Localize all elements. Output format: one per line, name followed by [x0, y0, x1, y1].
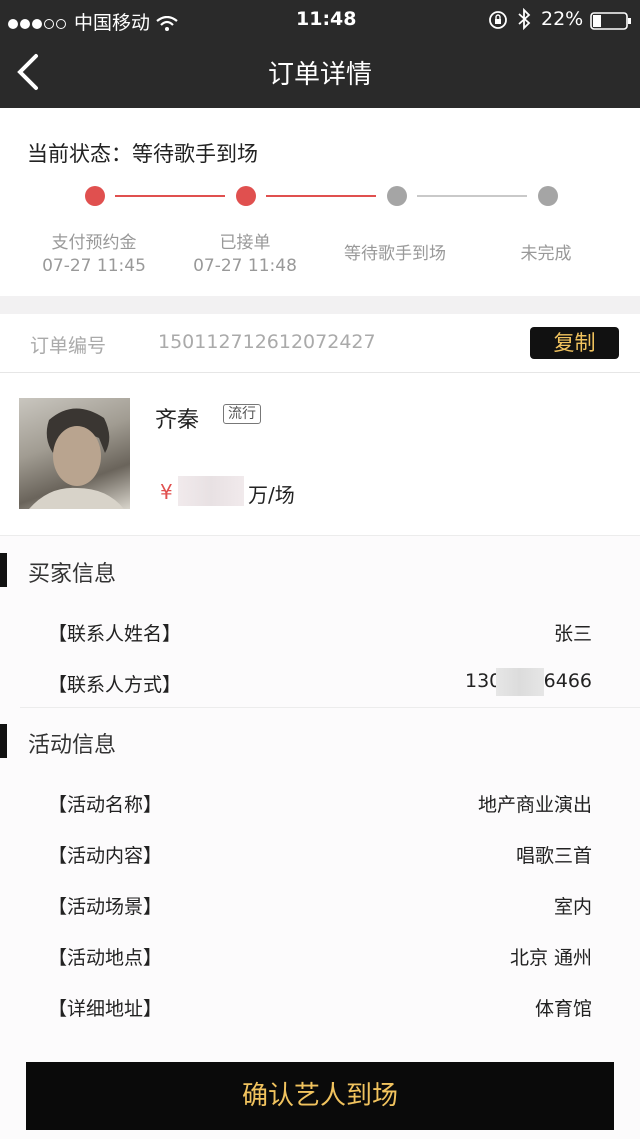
event-section-title: 活动信息 — [28, 733, 117, 758]
contact-phone-label: 【联系人方式】 — [48, 674, 182, 696]
step-label-2: 已接单 07-27 11:48 — [170, 232, 320, 278]
divider — [20, 707, 640, 708]
event-location-value: 北京 通州 — [509, 947, 592, 969]
genre-tag: 流行 — [223, 404, 261, 424]
event-content-value: 唱歌三首 — [515, 845, 592, 867]
step-name: 未完成 — [520, 244, 572, 264]
contact-phone-suffix: 6466 — [543, 670, 592, 692]
artist-photo — [19, 398, 130, 509]
carrier-text: 中国移动 — [74, 12, 151, 34]
event-name-value: 地产商业演出 — [477, 794, 592, 816]
clock: 11:48 — [296, 8, 357, 30]
wifi-icon — [156, 12, 178, 34]
page-title: 订单详情 — [267, 60, 372, 90]
artist-name: 齐秦 — [155, 408, 200, 433]
event-scene-label: 【活动场景】 — [48, 896, 163, 918]
signal-dots-icon — [8, 12, 68, 34]
step-dot-1 — [85, 186, 105, 206]
copy-button[interactable]: 复制 — [530, 327, 619, 359]
step-label-3: 等待歌手到场 — [320, 243, 470, 266]
event-name-label: 【活动名称】 — [48, 794, 163, 816]
step-name: 等待歌手到场 — [344, 244, 446, 264]
step-name: 已接单 — [219, 233, 271, 253]
carrier-label: 中国移动 — [8, 8, 178, 35]
phone-redacted — [496, 668, 544, 696]
step-dot-3 — [387, 186, 407, 206]
event-content-label: 【活动内容】 — [48, 845, 163, 867]
step-time: 07-27 11:45 — [42, 256, 146, 276]
order-number: 150112712612072427 — [158, 331, 376, 353]
event-address-label: 【详细地址】 — [48, 998, 163, 1020]
step-connector-1 — [115, 195, 225, 197]
section-marker — [0, 553, 7, 587]
step-name: 支付预约金 — [51, 233, 137, 253]
rotation-lock-icon — [488, 10, 508, 34]
step-dot-2 — [236, 186, 256, 206]
step-time: 07-27 11:48 — [193, 256, 297, 276]
step-label-4: 未完成 — [471, 243, 621, 266]
step-connector-3 — [417, 195, 527, 197]
order-number-label: 订单编号 — [30, 335, 107, 357]
event-scene-value: 室内 — [553, 896, 592, 918]
battery-percent: 22% — [541, 8, 584, 30]
step-connector-2 — [266, 195, 376, 197]
confirm-arrival-button[interactable]: 确认艺人到场 — [26, 1062, 614, 1130]
event-address-value: 体育馆 — [534, 998, 592, 1020]
price-unit: 万/场 — [248, 483, 295, 507]
contact-name-label: 【联系人姓名】 — [48, 623, 182, 645]
bluetooth-icon — [517, 7, 531, 34]
price-currency: ¥ — [160, 480, 173, 504]
step-dot-4 — [538, 186, 558, 206]
current-status: 当前状态：等待歌手到场 — [27, 142, 258, 166]
buyer-section-title: 买家信息 — [28, 562, 117, 587]
battery-icon — [590, 12, 632, 34]
section-marker — [0, 724, 7, 758]
price-redacted — [178, 476, 244, 506]
section-gap — [0, 296, 640, 314]
contact-name-value: 张三 — [553, 623, 592, 645]
step-label-1: 支付预约金 07-27 11:45 — [19, 232, 169, 278]
event-location-label: 【活动地点】 — [48, 947, 163, 969]
